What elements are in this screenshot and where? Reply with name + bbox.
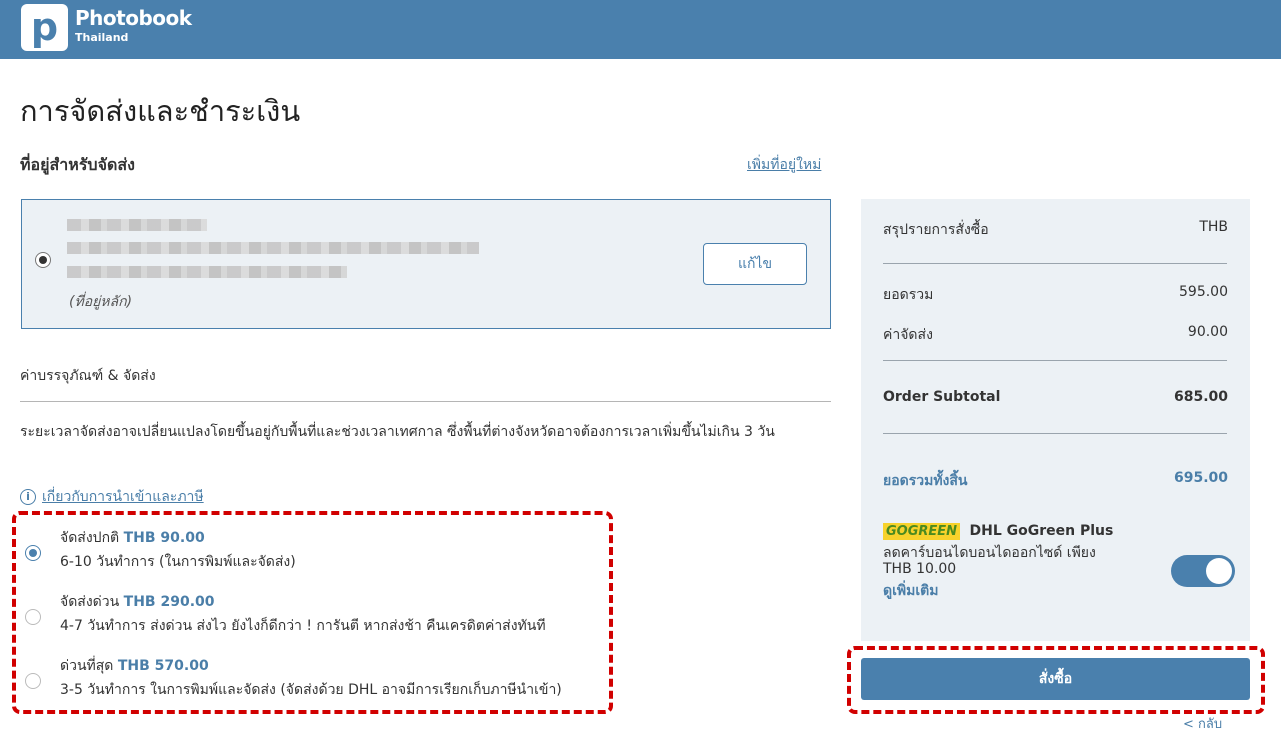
shipping-option-price: THB 570.00 — [117, 658, 209, 674]
shipping-time-note: ระยะเวลาจัดส่งอาจเปลี่ยนแปลงโดยขึ้นอยู่ก… — [20, 424, 775, 440]
shipping-option-desc: 6-10 วันทำการ (ในการพิมพ์และจัดส่ง) — [60, 554, 296, 570]
grand-total-row: ยอดรวมทั้งสิ้น 695.00 — [883, 470, 1228, 492]
primary-address-label: (ที่อยู่หลัก) — [69, 294, 133, 310]
shipping-address-heading: ที่อยู่สำหรับจัดส่ง — [20, 155, 135, 174]
summary-title: สรุปรายการสั่งซื้อ — [883, 222, 989, 238]
brand-subtitle: Thailand — [75, 31, 129, 44]
address-card[interactable]: (ที่อยู่หลัก) แก้ไข — [21, 199, 831, 329]
import-tax-link[interactable]: i เกี่ยวกับการนำเข้าและภาษี — [20, 486, 204, 508]
add-new-address-link[interactable]: เพิ่มที่อยู่ใหม่ — [747, 154, 821, 176]
shipping-radio-fastest[interactable] — [25, 673, 41, 689]
shipping-option-fastest[interactable]: ด่วนที่สุด THB 570.00 3-5 วันทำการ ในการ… — [24, 654, 614, 708]
order-subtotal-row: Order Subtotal 685.00 — [883, 389, 1228, 405]
gogreen-more-link[interactable]: ดูเพิ่มเติม — [883, 580, 938, 602]
gogreen-price: THB 10.00 — [883, 561, 957, 577]
gogreen-badge: GOGREEN — [883, 523, 961, 540]
address-radio[interactable] — [35, 252, 51, 268]
shipping-option-standard[interactable]: จัดส่งปกติ THB 90.00 6-10 วันทำการ (ในกา… — [24, 526, 614, 580]
shipping-option-label: จัดส่งด่วน — [60, 594, 120, 610]
shipping-option-express[interactable]: จัดส่งด่วน THB 290.00 4-7 วันทำการ ส่งด่… — [24, 590, 614, 644]
shipping-cost-label: ค่าจัดส่ง — [883, 327, 933, 343]
shipping-option-label: จัดส่งปกติ — [60, 530, 120, 546]
summary-divider — [883, 360, 1227, 361]
order-subtotal-value: 685.00 — [1173, 389, 1228, 405]
gogreen-toggle[interactable] — [1171, 555, 1235, 587]
order-subtotal-label: Order Subtotal — [883, 389, 1001, 405]
shipping-option-title: จัดส่งด่วน THB 290.00 — [60, 591, 215, 613]
top-bar: p Photobook Thailand — [0, 0, 1281, 59]
grand-total-value: 695.00 — [1173, 470, 1228, 486]
subtotal-value: 595.00 — [1179, 284, 1228, 300]
summary-header-row: สรุปรายการสั่งซื้อ THB — [883, 219, 1228, 241]
edit-address-button[interactable]: แก้ไข — [703, 243, 807, 285]
place-order-button[interactable]: สั่งซื้อ — [861, 658, 1250, 700]
redacted-address-line — [67, 266, 347, 278]
shipping-option-desc: 4-7 วันทำการ ส่งด่วน ส่งไว ยังไงก็ดีกว่า… — [60, 618, 546, 634]
back-link[interactable]: < กลับ — [1183, 713, 1222, 732]
summary-currency: THB — [1199, 219, 1228, 235]
summary-subtotal-row: ยอดรวม 595.00 — [883, 284, 1228, 306]
brand-name[interactable]: Photobook — [75, 6, 192, 30]
gogreen-title: DHL GoGreen Plus — [969, 523, 1114, 539]
grand-total-label: ยอดรวมทั้งสิ้น — [883, 473, 968, 489]
redacted-address-line — [67, 242, 479, 254]
import-tax-link-label: เกี่ยวกับการนำเข้าและภาษี — [42, 489, 204, 505]
shipping-radio-standard[interactable] — [25, 545, 41, 561]
summary-divider — [883, 263, 1227, 264]
order-summary-panel: สรุปรายการสั่งซื้อ THB ยอดรวม 595.00 ค่า… — [861, 199, 1250, 641]
shipping-radio-express[interactable] — [25, 609, 41, 625]
packaging-shipping-heading: ค่าบรรจุภัณฑ์ & จัดส่ง — [20, 368, 156, 384]
shipping-option-desc: 3-5 วันทำการ ในการพิมพ์และจัดส่ง (จัดส่ง… — [60, 682, 562, 698]
logo-letter: p — [30, 5, 59, 49]
shipping-option-price: THB 90.00 — [123, 530, 205, 546]
shipping-option-label: ด่วนที่สุด — [60, 658, 114, 674]
subtotal-label: ยอดรวม — [883, 287, 934, 303]
shipping-option-title: จัดส่งปกติ THB 90.00 — [60, 527, 205, 549]
gogreen-title-row: GOGREEN DHL GoGreen Plus — [883, 523, 1228, 540]
summary-shipping-row: ค่าจัดส่ง 90.00 — [883, 324, 1228, 346]
shipping-cost-value: 90.00 — [1187, 324, 1228, 340]
shipping-option-price: THB 290.00 — [123, 594, 215, 610]
shipping-option-title: ด่วนที่สุด THB 570.00 — [60, 655, 209, 677]
summary-divider — [883, 433, 1227, 434]
page-title: การจัดส่งและชำระเงิน — [20, 94, 301, 128]
redacted-address-line — [67, 219, 207, 231]
photobook-logo-icon[interactable]: p — [21, 4, 68, 51]
info-icon: i — [20, 489, 36, 505]
divider — [20, 401, 831, 402]
